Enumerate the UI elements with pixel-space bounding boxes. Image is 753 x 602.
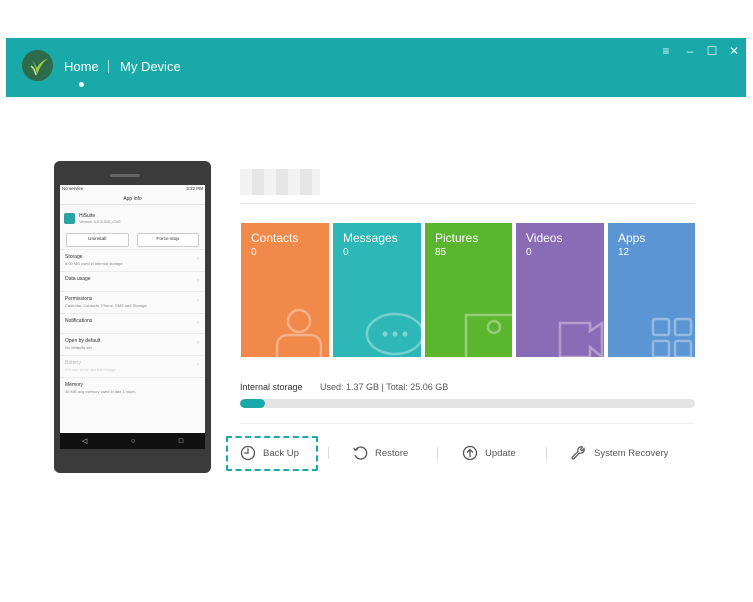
storage-progress-fill [240, 399, 266, 408]
tile-pictures[interactable]: Pictures 85 [425, 223, 512, 357]
system-recovery-label: System Recovery [594, 447, 669, 459]
phone-app-info: HiSuite Version 5.0.3.300_OVE [60, 205, 205, 231]
recents-square-icon: □ [178, 437, 184, 445]
phone-preview: No service 3:22 PM App info HiSuite Vers… [54, 161, 211, 473]
phone-row-storage: Storage 6.03 MB used in internal storage… [60, 249, 205, 271]
tile-label: Pictures [435, 231, 479, 245]
chevron-right-icon: › [197, 340, 199, 346]
phone-row-sub: 6.03 MB used in internal storage [65, 261, 123, 266]
phone-screen-title: App info [60, 193, 205, 205]
apps-grid-icon [651, 317, 693, 357]
device-name-redacted [240, 169, 320, 195]
chevron-right-icon: › [197, 362, 199, 368]
chevron-right-icon: › [197, 278, 199, 284]
title-bar: Home My Device ≡ – ☐ ✕ [6, 38, 746, 97]
nav-separator [108, 60, 109, 73]
hisuite-app-icon [64, 212, 75, 224]
nav-tab-my-device[interactable]: My Device [120, 59, 181, 74]
maximize-icon[interactable]: ☐ [705, 44, 719, 58]
tile-label: Apps [618, 231, 646, 245]
action-separator [546, 447, 547, 459]
phone-nav-bar: ◁ ○ □ [60, 433, 205, 449]
tile-label: Contacts [251, 231, 299, 245]
phone-row-title: Open by default [65, 338, 101, 344]
update-label: Update [485, 447, 516, 459]
close-icon[interactable]: ✕ [727, 44, 741, 58]
wrench-icon [571, 445, 585, 460]
nav-tab-home[interactable]: Home [64, 59, 99, 74]
update-button[interactable]: Update [462, 444, 516, 462]
phone-row-title: Battery [65, 360, 81, 366]
chevron-right-icon: › [197, 256, 199, 262]
home-circle-icon: ○ [130, 437, 136, 445]
storage-progress-bar [240, 399, 695, 408]
phone-app-buttons: Uninstall Force stop [60, 231, 205, 249]
tile-count: 12 [618, 247, 630, 258]
action-separator [328, 447, 329, 459]
phone-row-title: Permissions [65, 296, 93, 302]
active-tab-indicator [79, 82, 84, 87]
phone-row-sub: No defaults set [65, 345, 92, 350]
phone-row-title: Data usage [65, 276, 91, 282]
tile-messages[interactable]: Messages 0 [333, 223, 421, 357]
phone-row-title: Storage [65, 254, 83, 260]
tile-apps[interactable]: Apps 12 [608, 223, 695, 357]
phone-row-permissions: Permissions Calendar, Contacts, Phone, S… [60, 291, 205, 313]
phone-status-bar: No service 3:22 PM [60, 185, 205, 193]
status-time: 3:22 PM [186, 186, 203, 191]
message-bubble-icon [365, 312, 421, 356]
hisuite-logo [22, 50, 53, 81]
picture-frame-icon [464, 313, 512, 357]
update-arrow-up-icon [462, 445, 478, 461]
phone-row-sub: 0% use since last full charge [65, 367, 116, 372]
backup-clock-icon [240, 445, 256, 461]
tile-count: 0 [526, 247, 532, 258]
tile-count: 85 [435, 247, 447, 258]
tile-label: Messages [343, 231, 398, 245]
phone-row-memory: Memory 40 MB avg memory used in last 3 h… [60, 377, 205, 399]
phone-row-notifications: Notifications › [60, 313, 205, 333]
chevron-right-icon: › [197, 320, 199, 326]
restore-arrow-icon [352, 446, 368, 460]
phone-uninstall-button: Uninstall [66, 233, 129, 247]
phone-speaker [110, 174, 140, 177]
backup-button[interactable]: Back Up [240, 444, 299, 462]
phone-row-data-usage: Data usage › [60, 271, 205, 291]
divider [240, 203, 695, 204]
phone-row-sub: Calendar, Contacts, Phone, SMS and Stora… [65, 303, 147, 308]
tile-label: Videos [526, 231, 563, 245]
phone-app-version: Version 5.0.3.300_OVE [79, 218, 121, 224]
phone-row-title: Notifications [65, 318, 93, 324]
back-triangle-icon: ◁ [81, 438, 88, 445]
phone-row-open-by-default: Open by default No defaults set › [60, 333, 205, 355]
phone-row-battery: Battery 0% use since last full charge › [60, 355, 205, 377]
action-separator [437, 447, 438, 459]
backup-label: Back Up [263, 447, 299, 459]
storage-label: Internal storage [240, 382, 303, 392]
storage-info: Used: 1.37 GB | Total: 25.06 GB [320, 382, 449, 392]
menu-icon[interactable]: ≡ [659, 44, 673, 58]
phone-row-sub: 40 MB avg memory used in last 3 hours [65, 389, 136, 394]
status-carrier: No service [62, 186, 84, 191]
restore-button[interactable]: Restore [352, 444, 408, 462]
system-recovery-button[interactable]: System Recovery [570, 444, 668, 462]
chevron-right-icon: › [197, 298, 199, 304]
divider [240, 423, 695, 424]
contact-person-icon [275, 308, 323, 357]
restore-label: Restore [375, 447, 409, 459]
tile-contacts[interactable]: Contacts 0 [241, 223, 329, 357]
tile-videos[interactable]: Videos 0 [516, 223, 604, 357]
phone-screen: No service 3:22 PM App info HiSuite Vers… [60, 185, 205, 433]
minimize-icon[interactable]: – [683, 44, 697, 58]
video-camera-icon [558, 320, 604, 357]
phone-row-title: Memory [65, 382, 84, 388]
phone-force-stop-button: Force stop [136, 233, 199, 247]
tile-count: 0 [343, 247, 349, 258]
tile-count: 0 [251, 247, 257, 258]
